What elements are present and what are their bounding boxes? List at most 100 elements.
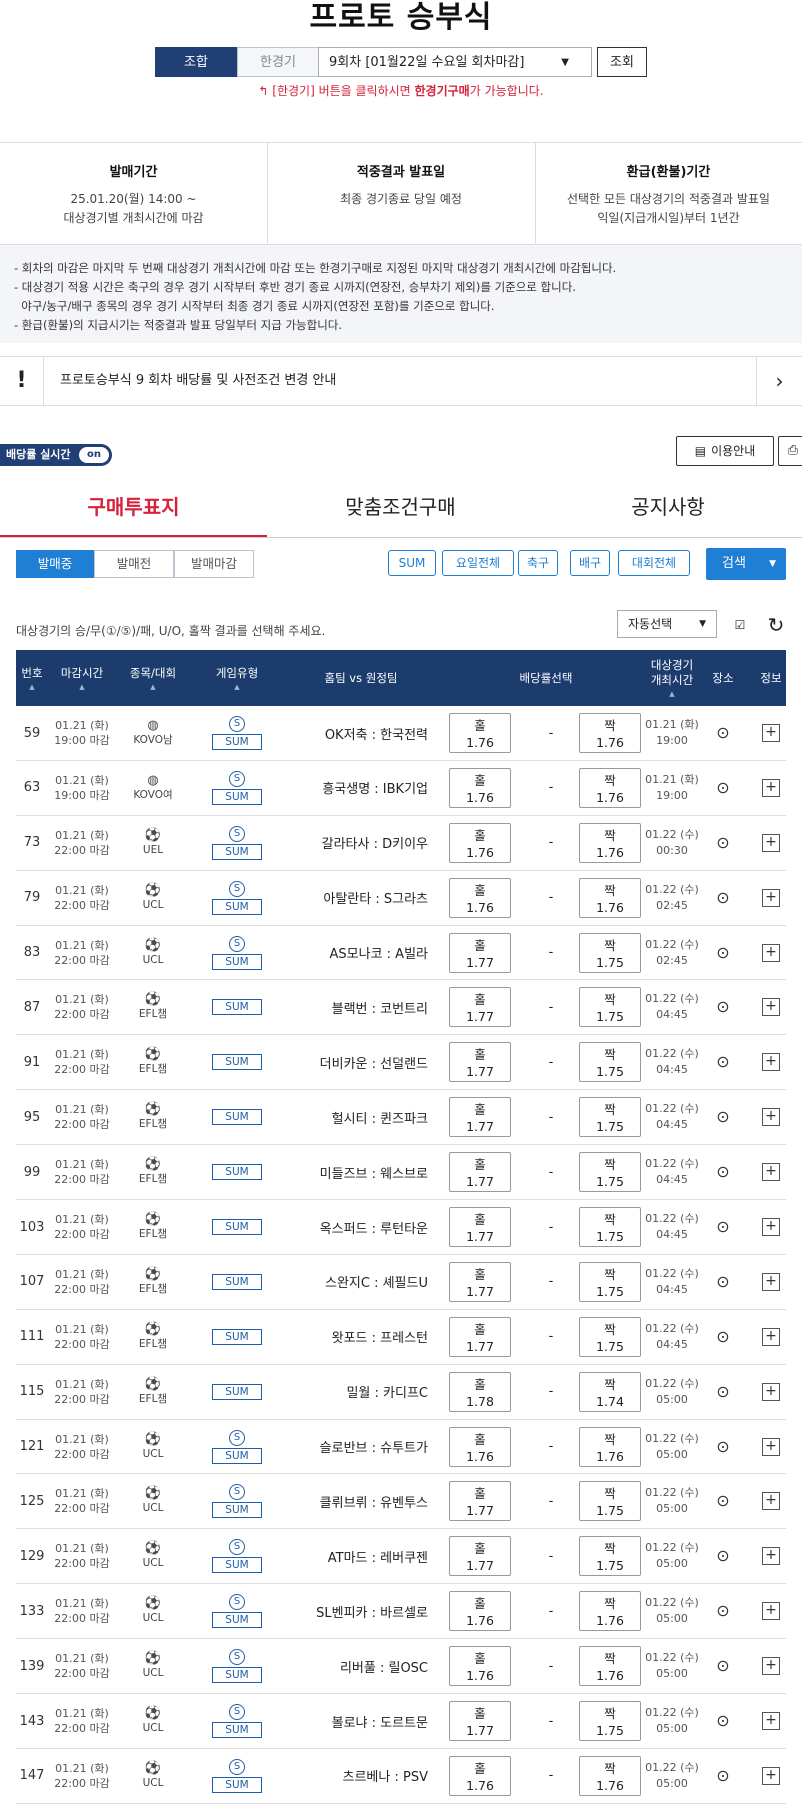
filter-volleyball-button[interactable]: 배구 [570,550,610,576]
checklist-icon[interactable]: ☑ [728,614,752,638]
odd-even-button[interactable]: 짝 1.76 [579,877,641,918]
auto-select-dropdown[interactable]: 자동선택 ▼ [617,610,717,638]
tab-notices[interactable]: 공지사항 [534,482,802,538]
plus-icon[interactable]: + [762,1712,780,1731]
info[interactable]: + [760,1584,782,1638]
notice-text[interactable]: 프로토승부식 9 회차 배당률 및 사전조건 변경 안내 [60,357,336,405]
info[interactable]: + [760,1639,782,1693]
odd-odd-button[interactable]: 홀 1.76 [449,1646,511,1687]
plus-icon[interactable]: + [762,724,780,742]
round-select[interactable]: 9회차 [01월22일 수요일 회차마감] ▼ [318,47,592,77]
plus-icon[interactable]: + [762,943,780,962]
odd-even-button[interactable]: 짝 1.76 [579,1426,641,1467]
info[interactable]: + [760,1474,782,1528]
map-pin-icon[interactable]: ⊙ [715,943,731,963]
odd-even-button[interactable]: 짝 1.74 [579,1371,641,1412]
odd-odd-button[interactable]: 홀 1.77 [449,1701,511,1742]
filter-soccer-button[interactable]: 축구 [518,550,558,576]
venue[interactable]: ⊙ [708,1529,738,1583]
info[interactable]: + [760,1090,782,1144]
header-kickoff[interactable]: 대상경기 개최시간 ▲ [644,650,700,706]
info[interactable]: + [760,1255,782,1309]
odd-odd-button[interactable]: 홀 1.77 [449,1152,511,1193]
odd-even-button[interactable]: 짝 1.75 [579,1207,641,1248]
single-game-button[interactable]: 한경기 [237,47,319,77]
map-pin-icon[interactable]: ⊙ [715,1107,731,1127]
odd-even-button[interactable]: 짝 1.76 [579,822,641,863]
odd-even-button[interactable]: 짝 1.76 [579,767,641,808]
filter-sum-button[interactable]: SUM [388,550,436,576]
odd-odd-button[interactable]: 홀 1.76 [449,877,511,918]
plus-icon[interactable]: + [762,1053,780,1072]
odd-even-button[interactable]: 짝 1.75 [579,987,641,1028]
plus-icon[interactable]: + [762,1272,780,1291]
odd-odd-button[interactable]: 홀 1.76 [449,767,511,808]
venue[interactable]: ⊙ [708,980,738,1034]
plus-icon[interactable]: + [762,1492,780,1511]
filter-day-button[interactable]: 요일전체 [442,550,514,576]
info[interactable]: + [760,1694,782,1748]
venue[interactable]: ⊙ [708,926,738,980]
plus-icon[interactable]: + [762,1437,780,1456]
odd-odd-button[interactable]: 홀 1.76 [449,822,511,863]
odd-odd-button[interactable]: 홀 1.77 [449,1097,511,1138]
plus-icon[interactable]: + [762,1766,780,1785]
header-deadline[interactable]: 마감시간 ▲ [48,650,116,706]
venue[interactable]: ⊙ [708,1090,738,1144]
info[interactable]: + [760,926,782,980]
odd-odd-button[interactable]: 홀 1.76 [449,1426,511,1467]
odd-odd-button[interactable]: 홀 1.76 [449,1591,511,1632]
venue[interactable]: ⊙ [708,1420,738,1474]
info[interactable]: + [760,1749,782,1803]
map-pin-icon[interactable]: ⊙ [715,1162,731,1182]
venue[interactable]: ⊙ [708,871,738,925]
venue[interactable]: ⊙ [708,706,738,760]
odd-even-button[interactable]: 짝 1.75 [579,932,641,973]
plus-icon[interactable]: + [762,1218,780,1237]
info[interactable]: + [760,816,782,870]
odd-even-button[interactable]: 짝 1.75 [579,1701,641,1742]
venue[interactable]: ⊙ [708,761,738,815]
map-pin-icon[interactable]: ⊙ [715,1217,731,1237]
live-odds-toggle[interactable]: 배당률 실시간 on [0,444,112,466]
info[interactable]: + [760,980,782,1034]
plus-icon[interactable]: + [762,778,780,797]
map-pin-icon[interactable]: ⊙ [715,1546,731,1566]
odd-odd-button[interactable]: 홀 1.77 [449,1207,511,1248]
header-no[interactable]: 번호 ▲ [16,650,48,706]
map-pin-icon[interactable]: ⊙ [715,723,731,743]
info[interactable]: + [760,1310,782,1364]
plus-icon[interactable]: + [762,833,780,852]
plus-icon[interactable]: + [762,998,780,1017]
map-pin-icon[interactable]: ⊙ [715,1766,731,1786]
info[interactable]: + [760,761,782,815]
filter-league-button[interactable]: 대회전체 [618,550,690,576]
odd-even-button[interactable]: 짝 1.75 [579,1042,641,1083]
info[interactable]: + [760,1420,782,1474]
odd-even-button[interactable]: 짝 1.76 [579,1646,641,1687]
venue[interactable]: ⊙ [708,1474,738,1528]
odd-odd-button[interactable]: 홀 1.77 [449,1042,511,1083]
odd-odd-button[interactable]: 홀 1.77 [449,932,511,973]
odd-even-button[interactable]: 짝 1.76 [579,713,641,753]
odd-odd-button[interactable]: 홀 1.76 [449,713,511,753]
odd-odd-button[interactable]: 홀 1.77 [449,1481,511,1522]
venue[interactable]: ⊙ [708,816,738,870]
venue[interactable]: ⊙ [708,1035,738,1089]
header-type[interactable]: 게임유형 ▲ [206,650,268,706]
venue[interactable]: ⊙ [708,1639,738,1693]
lookup-button[interactable]: 조회 [597,47,647,77]
plus-icon[interactable]: + [762,1108,780,1127]
odd-even-button[interactable]: 짝 1.75 [579,1152,641,1193]
odd-even-button[interactable]: 짝 1.75 [579,1097,641,1138]
header-league[interactable]: 종목/대회 ▲ [128,650,178,706]
odd-even-button[interactable]: 짝 1.75 [579,1481,641,1522]
odd-odd-button[interactable]: 홀 1.77 [449,1261,511,1302]
info[interactable]: + [760,706,782,760]
plus-icon[interactable]: + [762,1163,780,1182]
odd-even-button[interactable]: 짝 1.75 [579,1261,641,1302]
odd-odd-button[interactable]: 홀 1.78 [449,1371,511,1412]
odd-odd-button[interactable]: 홀 1.77 [449,987,511,1028]
plus-icon[interactable]: + [762,1382,780,1401]
odd-odd-button[interactable]: 홀 1.77 [449,1536,511,1577]
